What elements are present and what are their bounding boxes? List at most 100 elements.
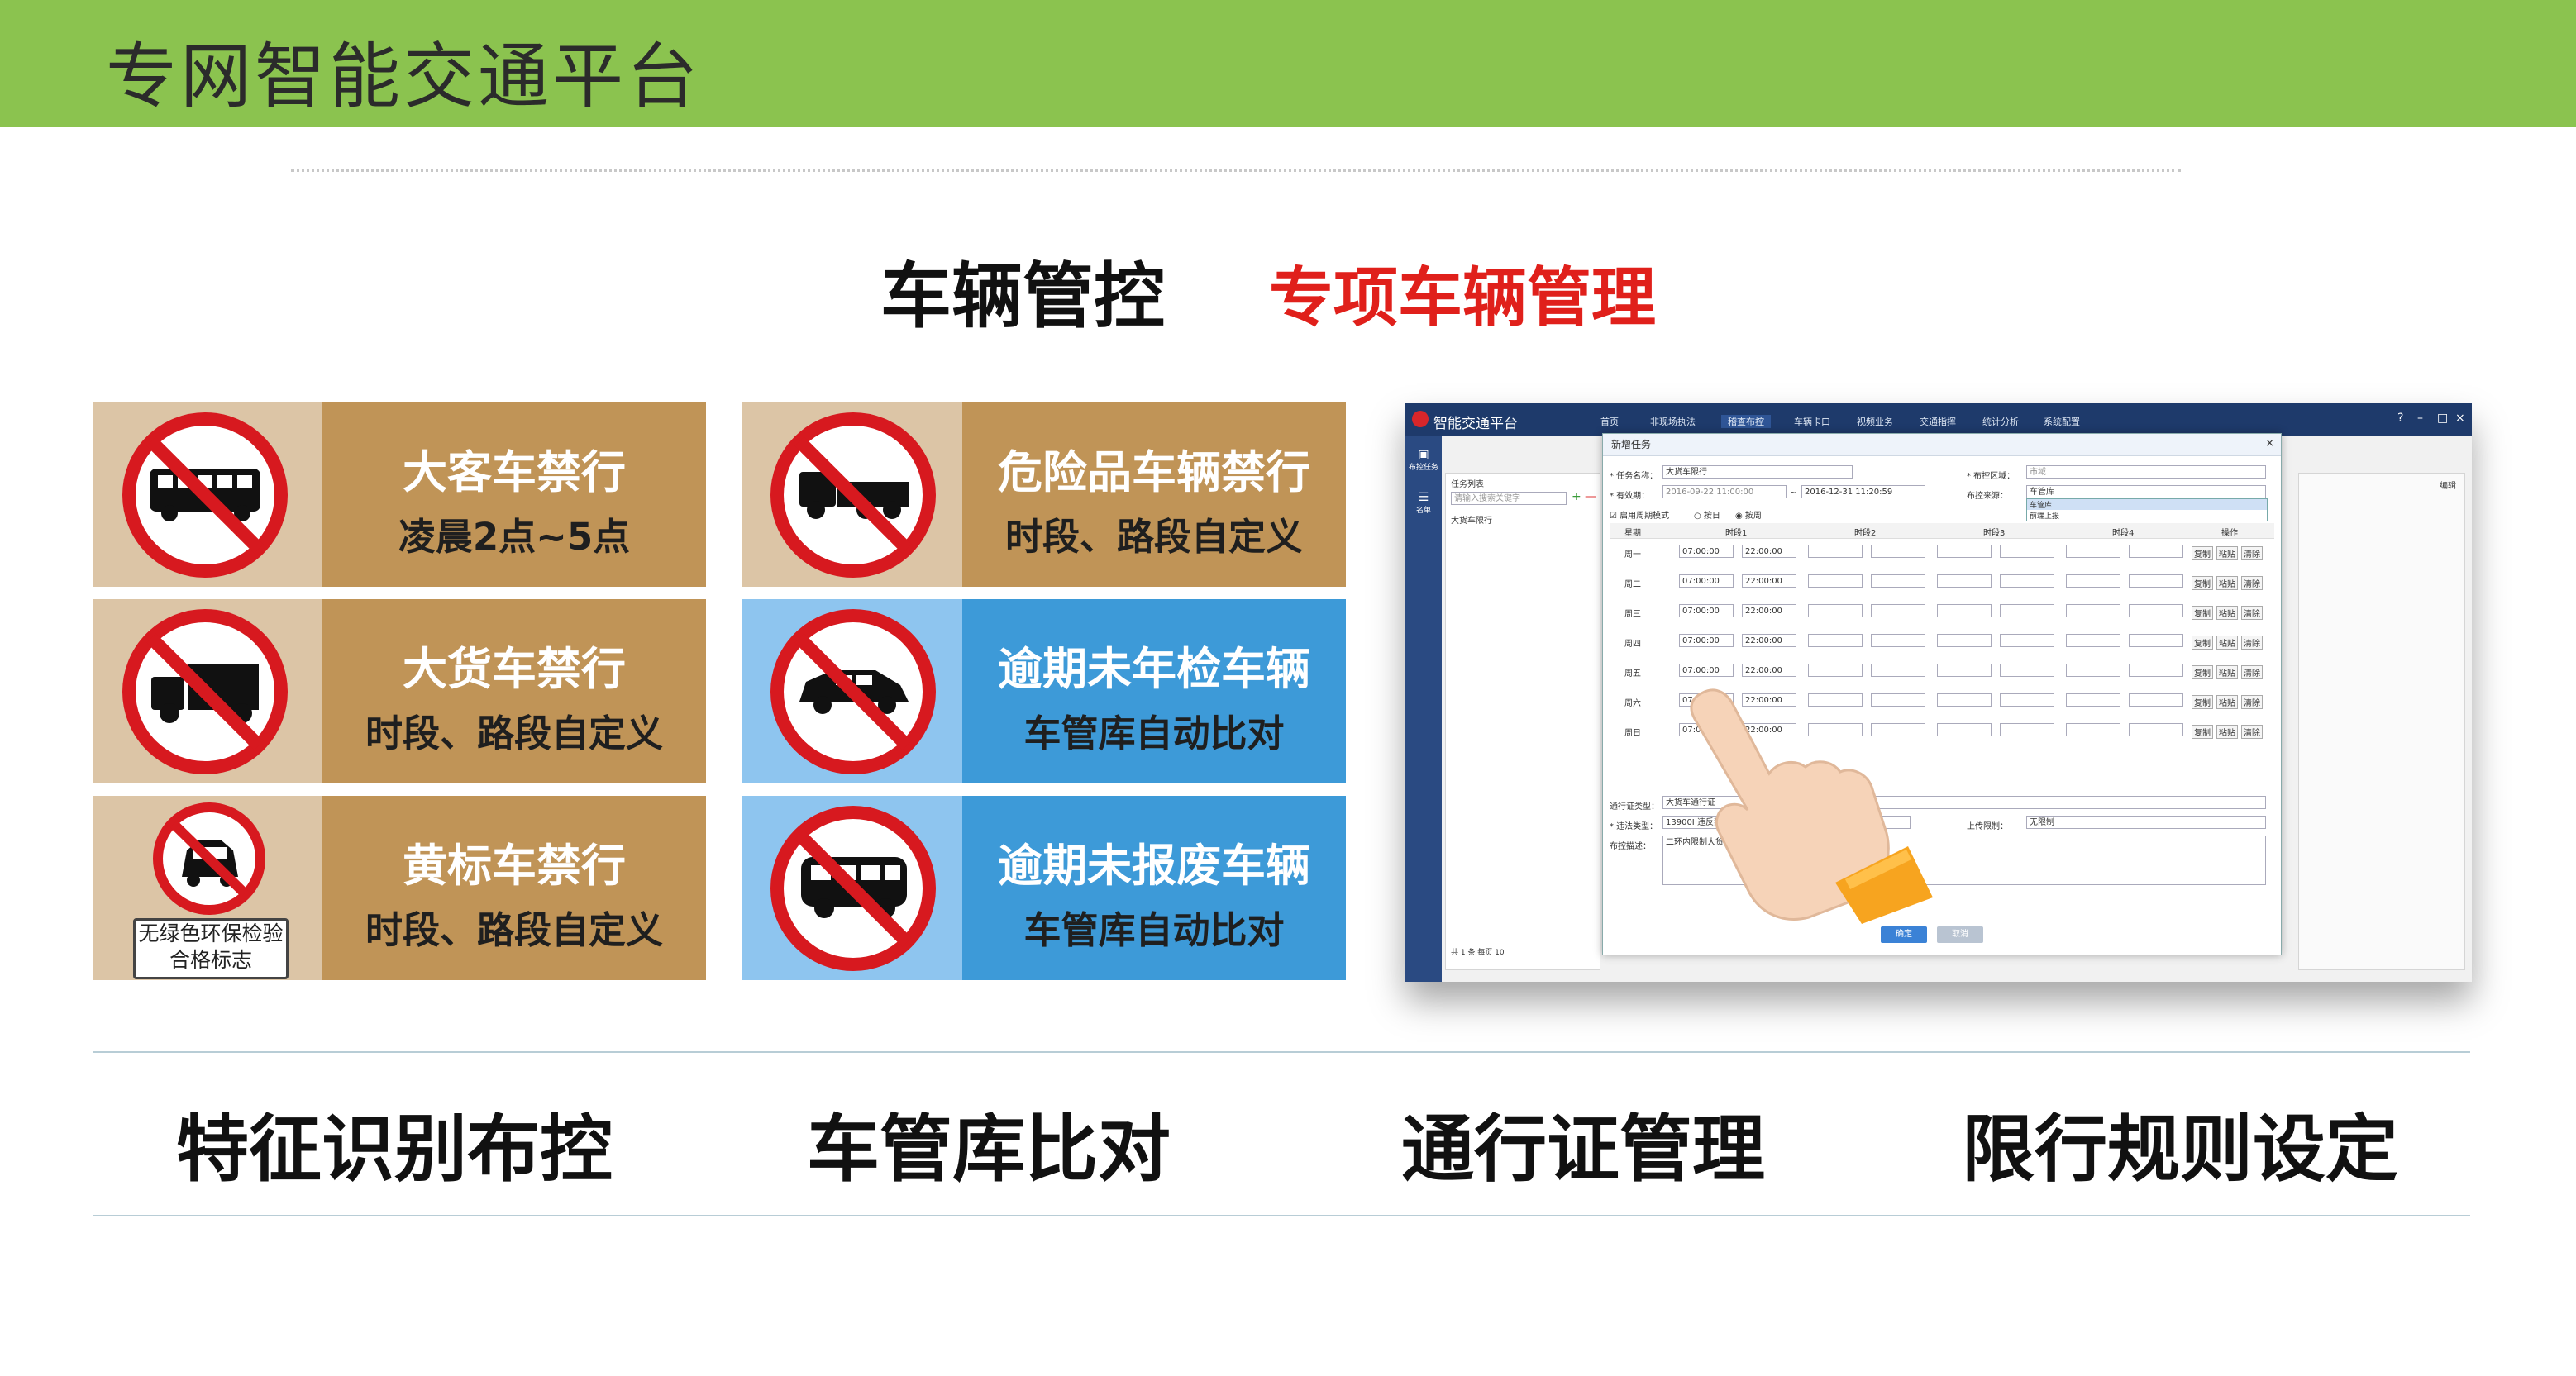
close-icon[interactable]: × bbox=[2455, 412, 2465, 425]
slot-start-input[interactable] bbox=[1937, 545, 1992, 558]
source-option[interactable]: 车管库 bbox=[2027, 499, 2267, 510]
slot-end-input[interactable] bbox=[2129, 545, 2183, 558]
maximize-icon[interactable]: □ bbox=[2437, 412, 2448, 425]
valid-to-input[interactable]: 2016-12-31 11:20:59 bbox=[1801, 485, 1925, 498]
slot-start-input[interactable] bbox=[1808, 545, 1863, 558]
row-action-button[interactable]: 清除 bbox=[2241, 665, 2263, 679]
row-action-button[interactable]: 复制 bbox=[2192, 576, 2213, 590]
delete-icon[interactable]: — bbox=[1585, 490, 1596, 503]
left-nav-task[interactable]: ▣ 布控任务 bbox=[1409, 448, 1438, 484]
slot-start-input[interactable] bbox=[2066, 574, 2120, 588]
help-icon[interactable]: ? bbox=[2397, 412, 2403, 425]
slot-end-input[interactable]: 22:00:00 bbox=[1742, 604, 1796, 617]
slot-end-input[interactable] bbox=[1871, 545, 1925, 558]
slot-end-input[interactable] bbox=[2000, 634, 2054, 647]
nav-checkpoint[interactable]: 车辆卡口 bbox=[1794, 415, 1830, 428]
slot-start-input[interactable] bbox=[1937, 723, 1992, 736]
row-action-button[interactable]: 粘贴 bbox=[2216, 636, 2238, 650]
slot-end-input[interactable]: 22:00:00 bbox=[1742, 634, 1796, 647]
row-action-button[interactable]: 复制 bbox=[2192, 546, 2213, 560]
slot-end-input[interactable] bbox=[2000, 574, 2054, 588]
nav-command[interactable]: 交通指挥 bbox=[1920, 415, 1956, 428]
slot-end-input[interactable]: 22:00:00 bbox=[1742, 574, 1796, 588]
slot-end-input[interactable] bbox=[2129, 574, 2183, 588]
row-action-button[interactable]: 粘贴 bbox=[2216, 695, 2238, 709]
nav-surveillance[interactable]: 稽查布控 bbox=[1721, 415, 1771, 428]
radio-day[interactable]: ○ 按日 bbox=[1694, 508, 1720, 521]
row-action-button[interactable]: 粘贴 bbox=[2216, 546, 2238, 560]
row-action-button[interactable]: 清除 bbox=[2241, 576, 2263, 590]
slot-end-input[interactable] bbox=[2000, 723, 2054, 736]
slot-end-input[interactable] bbox=[2129, 604, 2183, 617]
slot-start-input[interactable] bbox=[2066, 634, 2120, 647]
slot-end-input[interactable]: 22:00:00 bbox=[1742, 545, 1796, 558]
slot-start-input[interactable] bbox=[1937, 664, 1992, 677]
nav-home[interactable]: 首页 bbox=[1600, 415, 1619, 428]
slot-end-input[interactable] bbox=[2000, 664, 2054, 677]
task-search-input[interactable]: 请输入搜索关键字 bbox=[1451, 492, 1567, 505]
slot-start-input[interactable] bbox=[1808, 604, 1863, 617]
slot-end-input[interactable] bbox=[1871, 634, 1925, 647]
slot-end-input[interactable] bbox=[2129, 723, 2183, 736]
slot-end-input[interactable] bbox=[2000, 693, 2054, 707]
slot-start-input[interactable] bbox=[1808, 574, 1863, 588]
row-action-button[interactable]: 复制 bbox=[2192, 606, 2213, 620]
row-action-button[interactable]: 复制 bbox=[2192, 665, 2213, 679]
slot-start-input[interactable] bbox=[2066, 723, 2120, 736]
row-action-button[interactable]: 复制 bbox=[2192, 636, 2213, 650]
edit-button[interactable]: 编辑 bbox=[2440, 479, 2456, 491]
slot-start-input[interactable] bbox=[1808, 634, 1863, 647]
slot-start-input[interactable]: 07:00:00 bbox=[1679, 574, 1734, 588]
row-action-button[interactable]: 粘贴 bbox=[2216, 606, 2238, 620]
dialog-close-icon[interactable]: × bbox=[2265, 437, 2274, 450]
confirm-button[interactable]: 确定 bbox=[1881, 926, 1927, 943]
area-input[interactable]: 市域 bbox=[2026, 465, 2266, 479]
valid-from-input[interactable]: 2016-09-22 11:00:00 bbox=[1662, 485, 1787, 498]
slot-end-input[interactable] bbox=[2129, 634, 2183, 647]
period-mode-checkbox[interactable]: ☑ 启用周期模式 bbox=[1610, 508, 1669, 521]
row-action-button[interactable]: 清除 bbox=[2241, 606, 2263, 620]
minimize-icon[interactable]: – bbox=[2417, 412, 2423, 425]
nav-offsite-enforcement[interactable]: 非现场执法 bbox=[1650, 415, 1696, 428]
slot-start-input[interactable] bbox=[2066, 693, 2120, 707]
slot-end-input[interactable] bbox=[2129, 693, 2183, 707]
slot-start-input[interactable]: 07:00:00 bbox=[1679, 664, 1734, 677]
slot-end-input[interactable] bbox=[2000, 545, 2054, 558]
slot-end-input[interactable] bbox=[1871, 664, 1925, 677]
nav-statistics[interactable]: 统计分析 bbox=[1982, 415, 2019, 428]
upload-limit-select[interactable]: 无限制 bbox=[2026, 816, 2266, 829]
source-option[interactable]: 前端上报 bbox=[2027, 510, 2267, 521]
slot-end-input[interactable] bbox=[2000, 604, 2054, 617]
row-action-button[interactable]: 清除 bbox=[2241, 695, 2263, 709]
row-action-button[interactable]: 粘贴 bbox=[2216, 576, 2238, 590]
slot-start-input[interactable] bbox=[2066, 604, 2120, 617]
slot-start-input[interactable] bbox=[1937, 604, 1992, 617]
row-action-button[interactable]: 清除 bbox=[2241, 546, 2263, 560]
slot-start-input[interactable]: 07:00:00 bbox=[1679, 634, 1734, 647]
slot-end-input[interactable]: 22:00:00 bbox=[1742, 664, 1796, 677]
left-nav-list[interactable]: ☰ 名单 bbox=[1409, 491, 1438, 527]
slot-start-input[interactable] bbox=[1937, 693, 1992, 707]
cancel-button[interactable]: 取消 bbox=[1937, 926, 1983, 943]
nav-settings[interactable]: 系统配置 bbox=[2044, 415, 2080, 428]
slot-end-input[interactable] bbox=[1871, 574, 1925, 588]
slot-start-input[interactable]: 07:00:00 bbox=[1679, 604, 1734, 617]
slot-end-input[interactable] bbox=[1871, 604, 1925, 617]
row-action-button[interactable]: 粘贴 bbox=[2216, 725, 2238, 739]
slot-start-input[interactable] bbox=[2066, 664, 2120, 677]
row-action-button[interactable]: 复制 bbox=[2192, 695, 2213, 709]
row-action-button[interactable]: 粘贴 bbox=[2216, 665, 2238, 679]
list-item[interactable]: 大货车限行 bbox=[1451, 513, 1492, 526]
slot-end-input[interactable] bbox=[2129, 664, 2183, 677]
source-select[interactable]: 车管库 bbox=[2026, 485, 2266, 498]
slot-start-input[interactable] bbox=[2066, 545, 2120, 558]
add-icon[interactable]: + bbox=[1572, 490, 1581, 503]
nav-video[interactable]: 视频业务 bbox=[1857, 415, 1893, 428]
row-action-button[interactable]: 清除 bbox=[2241, 725, 2263, 739]
slot-start-input[interactable] bbox=[1937, 634, 1992, 647]
row-action-button[interactable]: 复制 bbox=[2192, 725, 2213, 739]
slot-start-input[interactable] bbox=[1937, 574, 1992, 588]
radio-week[interactable]: ◉ 按周 bbox=[1735, 508, 1762, 521]
slot-start-input[interactable]: 07:00:00 bbox=[1679, 545, 1734, 558]
row-action-button[interactable]: 清除 bbox=[2241, 636, 2263, 650]
